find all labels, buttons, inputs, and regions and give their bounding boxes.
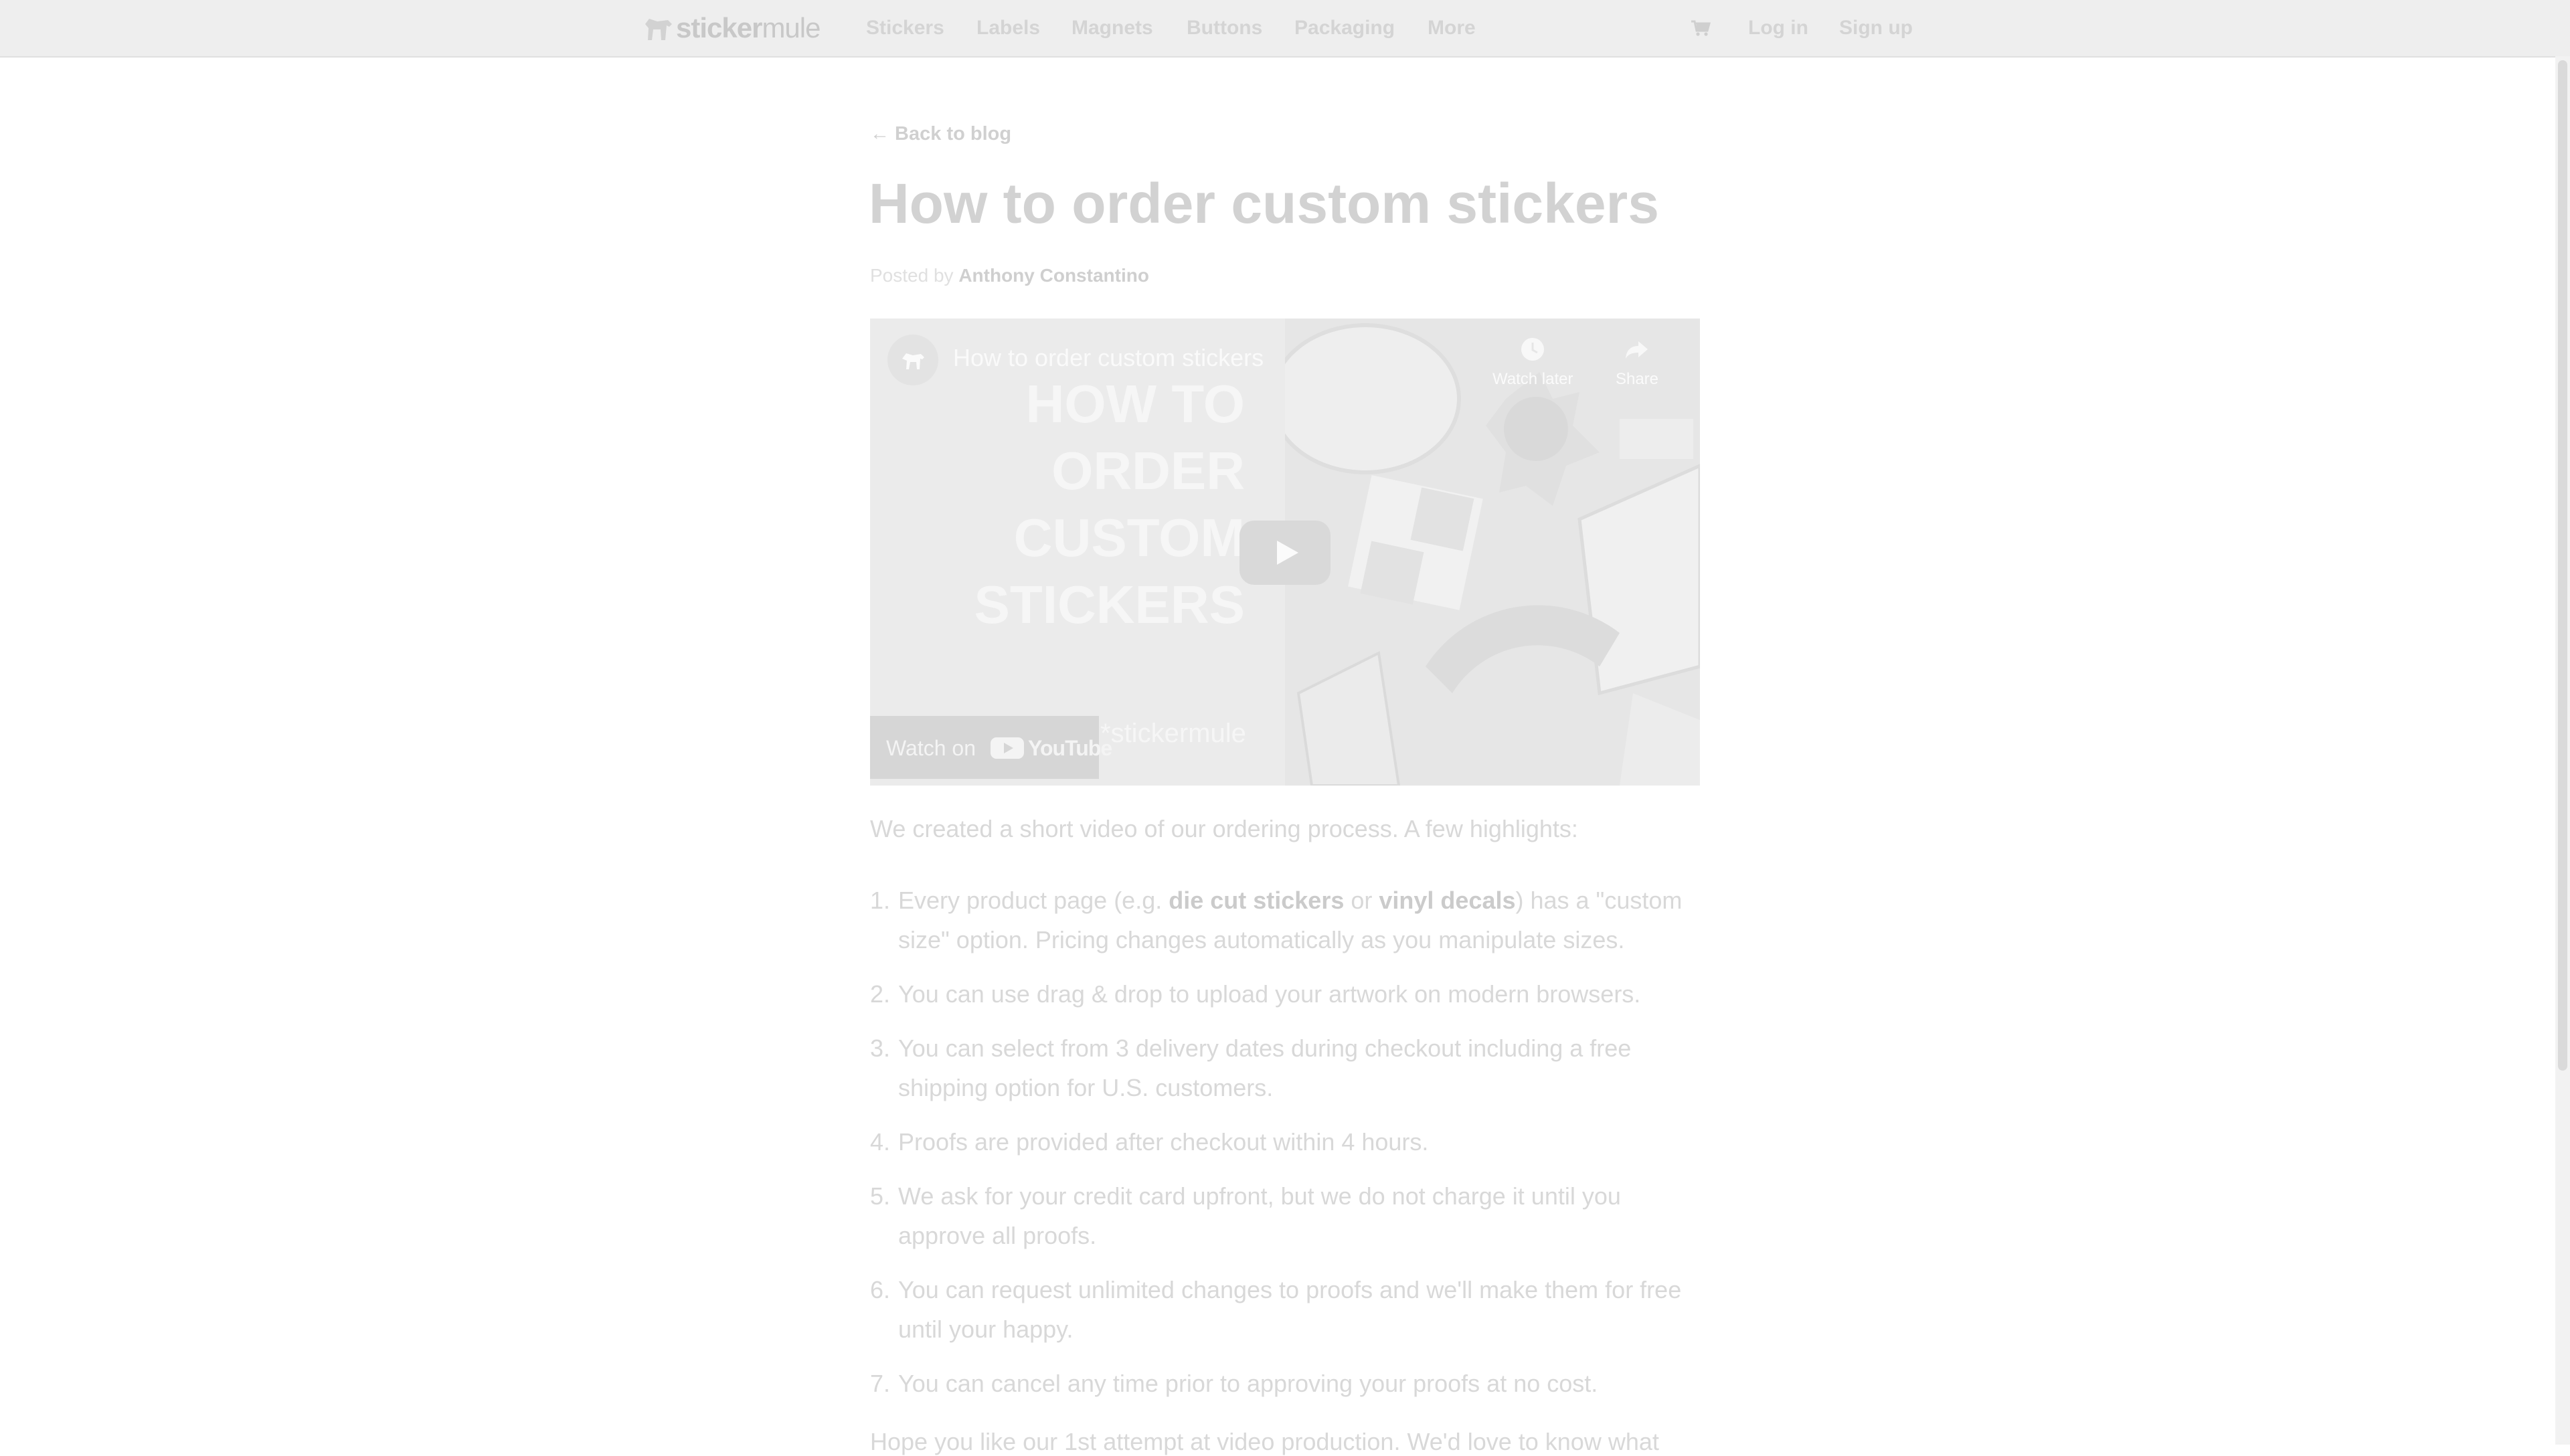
nav-magnets[interactable]: Magnets xyxy=(1072,15,1153,41)
hero-line: CUSTOM xyxy=(1013,508,1245,567)
logo-text-sticker: sticker xyxy=(676,12,762,43)
watch-later-button[interactable]: Watch later xyxy=(1492,336,1573,389)
nav-stickers[interactable]: Stickers xyxy=(866,15,944,41)
scrollbar-thumb[interactable] xyxy=(2558,60,2567,1071)
list-number: 5. xyxy=(870,1182,891,1210)
list-item: 1. Every product page (e.g. die cut stic… xyxy=(870,881,1707,960)
share-label: Share xyxy=(1615,370,1659,388)
hero-line: HOW TO xyxy=(1025,374,1245,434)
watch-on-youtube-button[interactable]: Watch on YouTube xyxy=(870,716,1112,779)
list-item: 6. You can request unlimited changes to … xyxy=(870,1270,1707,1349)
clock-icon xyxy=(1521,338,1544,361)
logo-text-mule: mule xyxy=(762,12,821,43)
share-button[interactable]: Share xyxy=(1597,336,1677,389)
list-number: 1. xyxy=(870,887,891,914)
hero-line: ORDER xyxy=(1051,441,1245,500)
list-number: 2. xyxy=(870,980,891,1008)
list-text: We ask for your credit card upfront, but… xyxy=(898,1182,1621,1249)
video-title[interactable]: How to order custom stickers xyxy=(953,344,1264,372)
list-item: 7. You can cancel any time prior to appr… xyxy=(870,1364,1707,1403)
cart-icon[interactable] xyxy=(1691,16,1711,40)
author-link[interactable]: Anthony Constantino xyxy=(958,265,1149,286)
youtube-wordmark: YouTube xyxy=(1028,735,1112,760)
die-cut-stickers-link[interactable]: die cut stickers xyxy=(1169,887,1344,914)
list-item: 2. You can use drag & drop to upload you… xyxy=(870,974,1707,1014)
stickermule-logo[interactable]: sticker mule xyxy=(642,9,821,47)
list-text: You can request unlimited changes to pro… xyxy=(898,1276,1682,1343)
youtube-logo: YouTube xyxy=(991,736,1112,760)
list-text: You can select from 3 delivery dates dur… xyxy=(898,1034,1632,1101)
mule-logo-icon xyxy=(645,19,672,40)
list-item: 5. We ask for your credit card upfront, … xyxy=(870,1176,1707,1255)
page-title: How to order custom stickers xyxy=(869,172,1659,235)
play-button[interactable] xyxy=(1239,521,1331,585)
highlights-list: 1. Every product page (e.g. die cut stic… xyxy=(870,881,1707,1418)
nav-more[interactable]: More xyxy=(1428,15,1476,41)
list-number: 3. xyxy=(870,1034,891,1062)
list-number: 4. xyxy=(870,1128,891,1156)
posted-by-label: Posted by xyxy=(870,265,954,286)
video-brand-mark: *stickermule xyxy=(1100,719,1246,748)
list-number: 6. xyxy=(870,1276,891,1303)
vinyl-decals-link[interactable]: vinyl decals xyxy=(1379,887,1515,914)
hero-line: STICKERS xyxy=(974,575,1246,634)
list-text: Proofs are provided after checkout withi… xyxy=(898,1128,1429,1156)
top-navigation-bar: sticker mule Stickers Labels Magnets Butt… xyxy=(0,0,2570,58)
youtube-play-icon xyxy=(991,737,1024,759)
list-text: You can cancel any time prior to approvi… xyxy=(898,1370,1598,1397)
nav-labels[interactable]: Labels xyxy=(976,15,1040,41)
list-number: 7. xyxy=(870,1370,891,1397)
byline: Posted by Anthony Constantino xyxy=(870,265,1149,286)
nav-buttons[interactable]: Buttons xyxy=(1187,15,1262,41)
closing-paragraph: Hope you like our 1st attempt at video p… xyxy=(870,1428,1659,1455)
signup-link[interactable]: Sign up xyxy=(1839,15,1913,41)
intro-paragraph: We created a short video of our ordering… xyxy=(870,815,1578,842)
list-text: Every product page (e.g. xyxy=(898,887,1169,914)
share-arrow-icon xyxy=(1626,341,1648,359)
list-item: 3. You can select from 3 delivery dates … xyxy=(870,1028,1707,1107)
nav-packaging[interactable]: Packaging xyxy=(1294,15,1395,41)
play-icon xyxy=(1277,541,1298,565)
back-to-blog-link[interactable]: ← Back to blog xyxy=(870,123,1011,145)
login-link[interactable]: Log in xyxy=(1748,15,1808,41)
list-item: 4. Proofs are provided after checkout wi… xyxy=(870,1122,1707,1162)
watch-later-label: Watch later xyxy=(1492,370,1573,388)
list-text: or xyxy=(1344,887,1379,914)
watch-on-label: Watch on xyxy=(886,736,976,760)
list-text: You can use drag & drop to upload your a… xyxy=(898,980,1641,1008)
youtube-video-embed[interactable]: How to order custom stickers HOW TO ORDE… xyxy=(870,318,1700,786)
video-hero-text: HOW TO ORDER CUSTOM STICKERS xyxy=(870,371,1246,638)
